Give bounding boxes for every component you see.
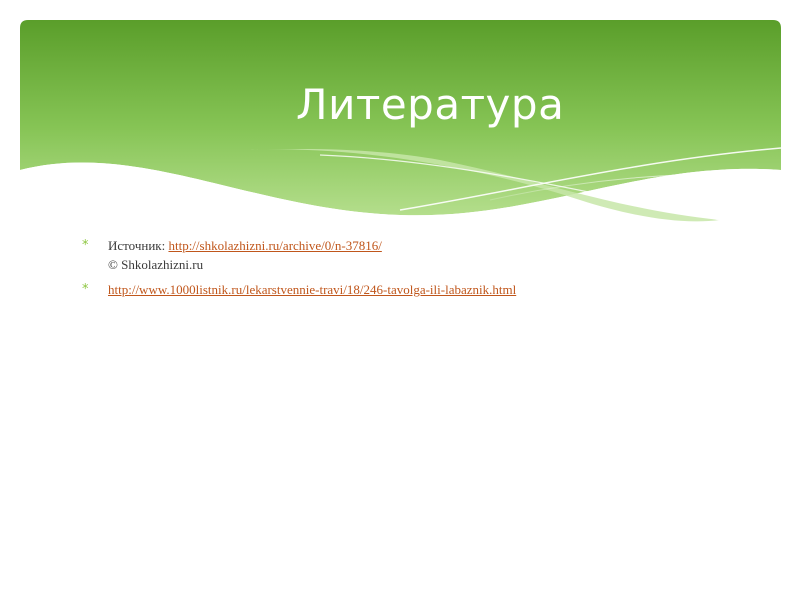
bullet-list: * Источник: http://shkolazhizni.ru/archi… [82,236,772,305]
list-item: * Источник: http://shkolazhizni.ru/archi… [82,236,772,274]
slide: Литература * Источник: http://shkolazhiz… [0,0,800,600]
copyright-text: © Shkolazhizni.ru [108,257,204,272]
source-prefix: Источник: [108,238,169,253]
source-link[interactable]: http://shkolazhizni.ru/archive/0/n-37816… [168,238,381,253]
slide-header-banner: Литература [20,20,781,225]
reference-link[interactable]: http://www.1000listnik.ru/lekarstvennie-… [108,282,516,297]
bullet-star-icon: * [82,282,89,297]
slide-title: Литература [296,80,565,129]
list-item: * http://www.1000listnik.ru/lekarstvenni… [82,280,772,299]
bullet-star-icon: * [82,238,89,253]
